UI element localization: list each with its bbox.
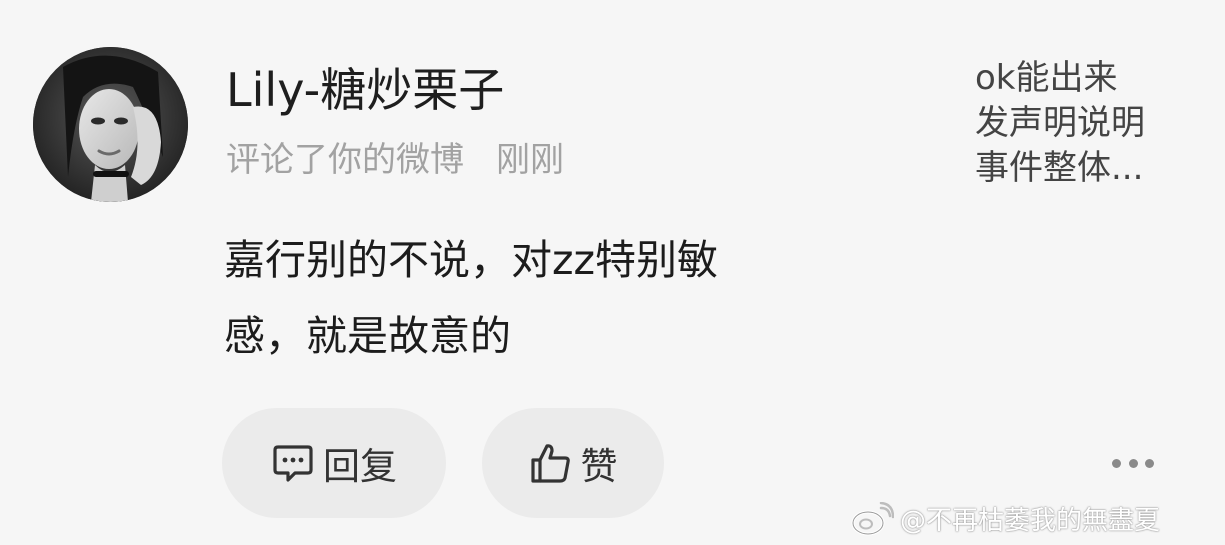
comment-text[interactable]: 嘉行别的不说，对zz特别敏 感，就是故意的 [224,222,884,374]
more-dots-icon [1128,458,1138,468]
username[interactable]: Lily-糖炒栗子 [226,54,504,126]
weibo-logo-icon [851,501,894,535]
more-dots-icon [1145,458,1154,468]
avatar[interactable] [33,47,188,202]
comment-line: 嘉行别的不说，对zz特别敏 [224,236,719,284]
comment-timestamp: 刚刚 [496,140,564,180]
more-dots-icon [1112,458,1121,468]
reply-button[interactable]: 回复 [222,408,446,518]
preview-line: 发声明说明 [975,103,1145,143]
reply-label: 回复 [323,445,397,488]
avatar-portrait-image [33,47,188,202]
preview-line: 事件整体... [975,148,1144,188]
preview-line: ok能出来 [975,58,1118,98]
watermark-text: @不再枯萎我的無盡夏 [900,506,1161,536]
like-button[interactable]: 赞 [482,408,664,518]
comment-bubble-icon [273,445,313,482]
more-options-button[interactable] [1108,448,1158,478]
comment-line: 感，就是故意的 [224,312,511,360]
comment-meta: 评论了你的微博 刚刚 [226,138,564,182]
thumbs-up-icon [530,444,570,483]
like-label: 赞 [580,445,618,488]
comment-action-text: 评论了你的微博 [226,140,464,180]
original-post-preview[interactable]: ok能出来 发声明说明 事件整体... [975,56,1205,191]
watermark: @不再枯萎我的無盡夏 [850,500,1160,537]
